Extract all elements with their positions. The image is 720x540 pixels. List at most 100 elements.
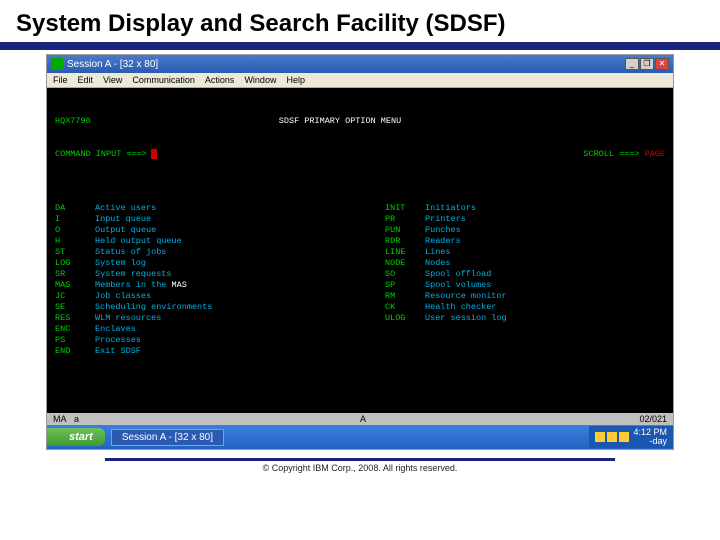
option-code: ULOG	[385, 313, 425, 324]
license-block: Licensed Materials - Property of IBM 569…	[55, 398, 665, 413]
option-desc: Initiators	[425, 203, 476, 214]
option-desc: Input queue	[95, 214, 151, 225]
footer-bar	[105, 458, 615, 461]
option-desc: Resource monitor	[425, 291, 507, 302]
option-code: MAS	[55, 280, 95, 291]
menu-bar: File Edit View Communication Actions Window He…	[47, 73, 673, 88]
option-desc: User session log	[425, 313, 507, 324]
option-desc: Spool volumes	[425, 280, 491, 291]
menu-item[interactable]: Edit	[78, 75, 94, 85]
scroll-label: SCROLL ===> PAGE	[583, 149, 665, 160]
scroll-value[interactable]: PAGE	[645, 149, 665, 159]
menu-item[interactable]: Actions	[205, 75, 235, 85]
status-a: a	[67, 414, 87, 424]
option-desc: System requests	[95, 269, 172, 280]
option-row[interactable]: SOSpool offload	[385, 269, 665, 280]
option-code: ST	[55, 247, 95, 258]
close-button[interactable]: ✕	[655, 58, 669, 70]
option-code: I	[55, 214, 95, 225]
option-row[interactable]: IInput queue	[55, 214, 385, 225]
option-code: CK	[385, 302, 425, 313]
panel-header: SDSF PRIMARY OPTION MENU	[135, 116, 545, 127]
option-code: H	[55, 236, 95, 247]
system-tray[interactable]: 4:12 PM -day	[589, 426, 673, 448]
option-desc: Punches	[425, 225, 461, 236]
window-title: Session A - [32 x 80]	[67, 59, 625, 70]
option-code: O	[55, 225, 95, 236]
option-code: RES	[55, 313, 95, 324]
option-desc: WLM resources	[95, 313, 161, 324]
option-row[interactable]: RDRReaders	[385, 236, 665, 247]
option-desc: Health checker	[425, 302, 496, 313]
option-row[interactable]: RESWLM resources	[55, 313, 385, 324]
option-desc: Held output queue	[95, 236, 182, 247]
title-underline	[0, 42, 720, 50]
slide-footer: © Copyright IBM Corp., 2008. All rights …	[0, 463, 720, 473]
option-code: DA	[55, 203, 95, 214]
option-row[interactable]: NODENodes	[385, 258, 665, 269]
option-row[interactable]: JCJob classes	[55, 291, 385, 302]
window-controls: _ ❐ ✕	[625, 58, 669, 70]
menu-item[interactable]: Communication	[132, 75, 195, 85]
option-code: SE	[55, 302, 95, 313]
option-code: JC	[55, 291, 95, 302]
start-button[interactable]: start	[47, 428, 105, 446]
option-desc: Spool offload	[425, 269, 491, 280]
panel-id: HQX7790	[55, 116, 135, 127]
option-code: RM	[385, 291, 425, 302]
window-titlebar[interactable]: Session A - [32 x 80] _ ❐ ✕	[47, 55, 673, 73]
menu-item[interactable]: File	[53, 75, 68, 85]
option-row[interactable]: PRPrinters	[385, 214, 665, 225]
option-row[interactable]: ENDExit SDSF	[55, 346, 385, 357]
option-desc: Active users	[95, 203, 156, 214]
terminal-screen[interactable]: HQX7790 SDSF PRIMARY OPTION MENU COMMAND…	[47, 88, 673, 413]
tray-icon[interactable]	[607, 432, 617, 442]
option-row[interactable]: OOutput queue	[55, 225, 385, 236]
option-code: PR	[385, 214, 425, 225]
option-row[interactable]: LOGSystem log	[55, 258, 385, 269]
minimize-button[interactable]: _	[625, 58, 639, 70]
option-row[interactable]: CKHealth checker	[385, 302, 665, 313]
taskbar-item[interactable]: Session A - [32 x 80]	[111, 429, 224, 446]
tray-icon[interactable]	[619, 432, 629, 442]
option-desc: System log	[95, 258, 146, 269]
option-desc: Job classes	[95, 291, 151, 302]
option-row[interactable]: PUNPunches	[385, 225, 665, 236]
maximize-button[interactable]: ❐	[640, 58, 654, 70]
emulator-window: Session A - [32 x 80] _ ❐ ✕ File Edit View…	[46, 54, 674, 450]
tray-icons[interactable]	[595, 432, 629, 442]
tray-icon[interactable]	[595, 432, 605, 442]
option-row[interactable]: ENCEnclaves	[55, 324, 385, 335]
option-code: RDR	[385, 236, 425, 247]
option-row[interactable]: SRSystem requests	[55, 269, 385, 280]
option-code: SO	[385, 269, 425, 280]
option-code: SR	[55, 269, 95, 280]
option-row[interactable]: MASMembers in the MAS	[55, 280, 385, 291]
option-row[interactable]: DAActive users	[55, 203, 385, 214]
option-row[interactable]: PSProcesses	[55, 335, 385, 346]
option-desc: Scheduling environments	[95, 302, 212, 313]
status-left: MA	[53, 414, 67, 424]
option-code: ENC	[55, 324, 95, 335]
slide-title: System Display and Search Facility (SDSF…	[0, 0, 720, 42]
menu-item[interactable]: View	[103, 75, 122, 85]
cursor[interactable]	[151, 149, 157, 159]
menu-item[interactable]: Window	[244, 75, 276, 85]
command-label: COMMAND INPUT ===>	[55, 149, 147, 160]
option-row[interactable]: LINELines	[385, 247, 665, 258]
status-center: A	[87, 414, 640, 424]
options-right: INITInitiatorsPRPrintersPUNPunchesRDRRea…	[385, 203, 665, 357]
option-desc: Status of jobs	[95, 247, 166, 258]
option-row[interactable]: SPSpool volumes	[385, 280, 665, 291]
menu-item[interactable]: Help	[286, 75, 305, 85]
option-row[interactable]: INITInitiators	[385, 203, 665, 214]
option-row[interactable]: HHeld output queue	[55, 236, 385, 247]
option-row[interactable]: SEScheduling environments	[55, 302, 385, 313]
option-row[interactable]: STStatus of jobs	[55, 247, 385, 258]
option-desc: Output queue	[95, 225, 156, 236]
option-code: END	[55, 346, 95, 357]
option-row[interactable]: RMResource monitor	[385, 291, 665, 302]
option-row[interactable]: ULOGUser session log	[385, 313, 665, 324]
option-desc: Members in the MAS	[95, 280, 187, 291]
options-left: DAActive usersIInput queueOOutput queueH…	[55, 203, 385, 357]
